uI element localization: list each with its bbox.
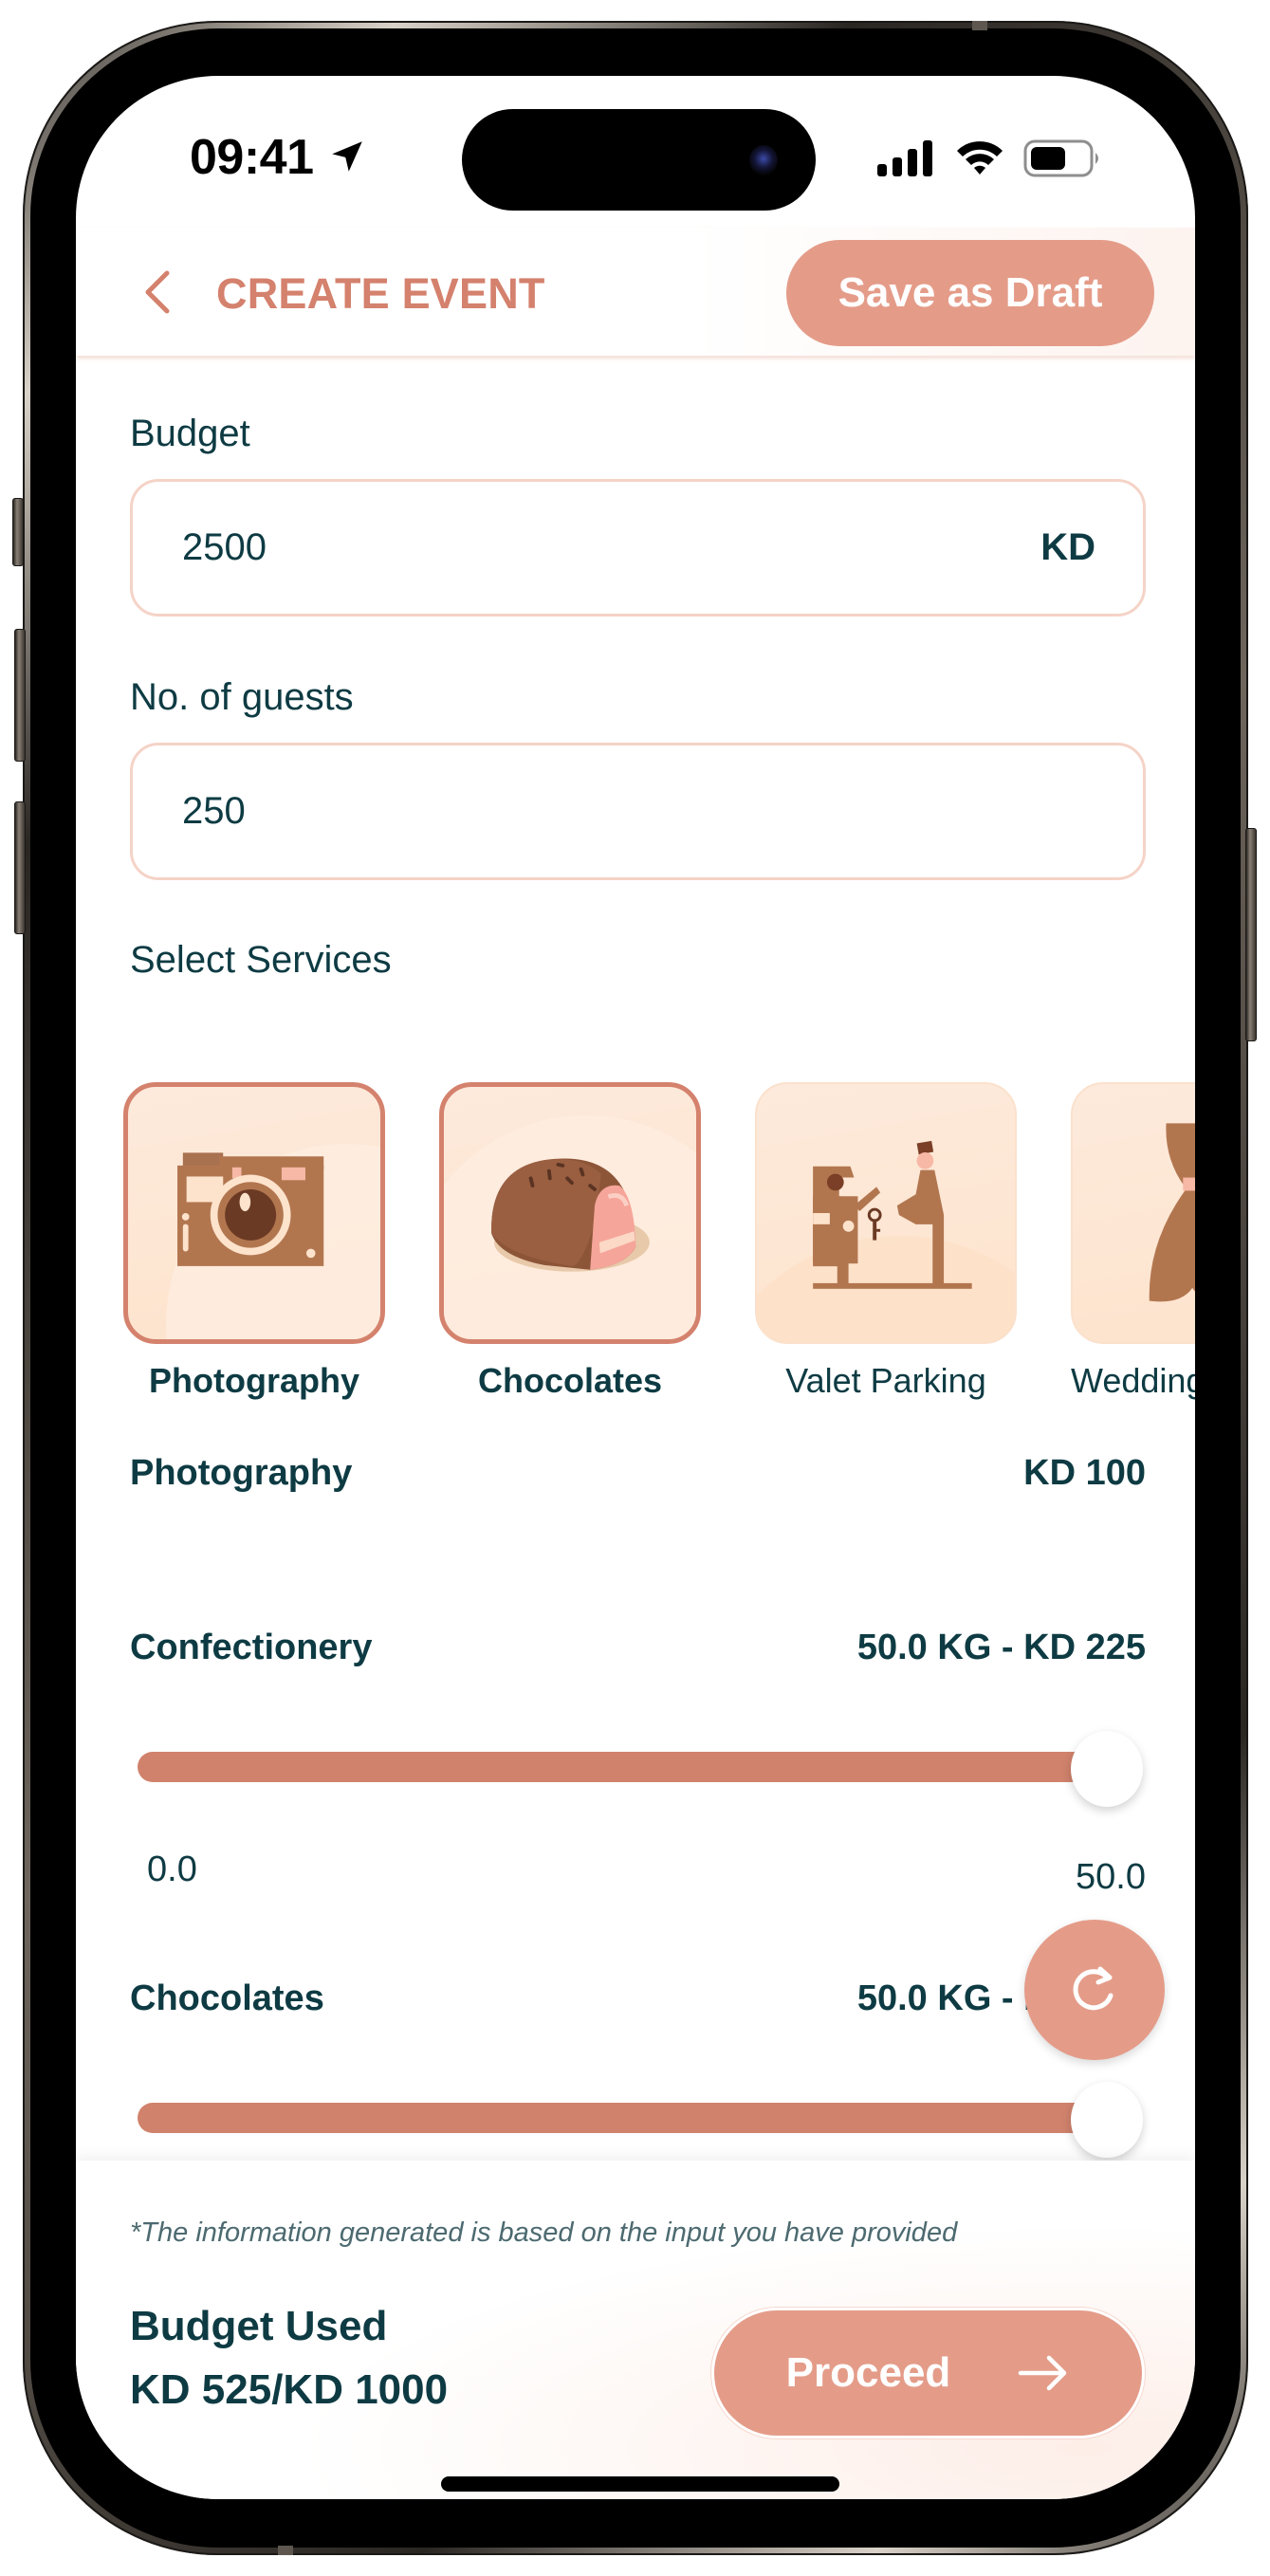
action-button: [12, 498, 24, 566]
refresh-button[interactable]: [1024, 1920, 1165, 2060]
app-screen: 09:41 CREATE EVENT Save as Draft Budget …: [76, 76, 1195, 2499]
breakdown-confectionery-value: 50.0 KG - KD 225: [856, 1628, 1146, 1667]
camera-icon: [177, 1152, 324, 1266]
service-label-photography: Photography: [149, 1361, 359, 1400]
breakdown-photography-title: Photography: [130, 1453, 353, 1493]
guests-label: No. of guests: [130, 676, 354, 718]
budget-field[interactable]: KD: [130, 479, 1146, 616]
cellular-signal-icon: [877, 140, 932, 176]
breakdown-confectionery-title: Confectionery: [130, 1628, 373, 1667]
slider-max-label: 50.0: [1076, 1857, 1146, 1897]
volume-up-button: [14, 629, 26, 762]
antenna-band: [972, 21, 987, 30]
arrow-right-icon: [1019, 2355, 1067, 2391]
service-label-valet-parking: Valet Parking: [785, 1361, 986, 1400]
wedding-dress-icon: [1149, 1123, 1195, 1302]
budget-label: Budget: [130, 413, 250, 454]
wifi-icon: [957, 141, 1003, 175]
volume-down-button: [14, 801, 26, 934]
proceed-button[interactable]: Proceed: [711, 2308, 1145, 2438]
budget-used-value: KD 525/KD 1000: [130, 2366, 449, 2413]
valet-parking-icon: [813, 1140, 972, 1289]
slider-min-label: 0.0: [147, 1849, 197, 1889]
slider-thumb[interactable]: [1071, 1731, 1143, 1807]
page-title: CREATE EVENT: [216, 269, 545, 318]
budget-used-label: Budget Used: [130, 2303, 388, 2349]
service-label-wedding: Wedding: [1071, 1361, 1195, 1400]
save-as-draft-button[interactable]: Save as Draft: [786, 240, 1154, 346]
slider-track-fill: [138, 1752, 1107, 1782]
currency-suffix: KD: [1040, 526, 1095, 568]
dynamic-island: [462, 109, 816, 211]
service-card-valet-parking[interactable]: [755, 1082, 1017, 1344]
breakdown-photography-value: KD 100: [1023, 1453, 1146, 1493]
service-card-wedding[interactable]: [1071, 1082, 1195, 1344]
service-card-chocolates[interactable]: [439, 1082, 701, 1344]
battery-icon: [1023, 139, 1098, 177]
service-card-photography[interactable]: [123, 1082, 385, 1344]
services-carousel: Photography Chocolates Valet Parking Wed…: [76, 1005, 1195, 1400]
chevron-left-icon[interactable]: [135, 266, 180, 319]
proceed-label: Proceed: [785, 2349, 951, 2396]
breakdown-chocolates-title: Chocolates: [130, 1978, 324, 2018]
service-label-chocolates: Chocolates: [477, 1361, 663, 1400]
budget-input[interactable]: [182, 526, 846, 569]
disclaimer-note: *The information generated is based on t…: [130, 2217, 958, 2248]
confectionery-slider[interactable]: [138, 1731, 1143, 1807]
guests-field[interactable]: [130, 743, 1146, 880]
chocolate-icon: [491, 1158, 650, 1272]
refresh-icon: [1073, 1966, 1114, 2011]
location-arrow-icon: [332, 141, 362, 172]
app-header: CREATE EVENT Save as Draft: [76, 228, 1195, 356]
antenna-band: [278, 2546, 293, 2555]
status-time: 09:41: [190, 130, 314, 185]
home-indicator: [441, 2476, 839, 2492]
power-button: [1245, 828, 1257, 1041]
slider-track-fill: [138, 2103, 1107, 2133]
select-services-label: Select Services: [130, 939, 392, 981]
front-camera: [749, 145, 778, 175]
slider-thumb[interactable]: [1071, 2082, 1143, 2158]
budget-footer: *The information generated is based on t…: [76, 2161, 1195, 2499]
chocolates-slider[interactable]: [138, 2082, 1143, 2158]
guests-input[interactable]: [182, 790, 846, 833]
